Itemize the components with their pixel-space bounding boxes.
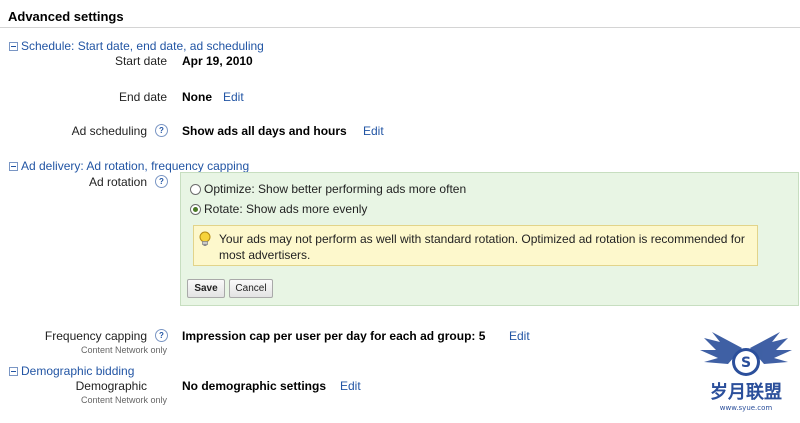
rotation-warning-text: Your ads may not perform as well with st…: [219, 232, 745, 262]
frequency-capping-edit-link[interactable]: Edit: [509, 329, 530, 343]
ad-delivery-section-title[interactable]: Ad delivery: Ad rotation, frequency capp…: [21, 159, 249, 173]
start-date-label: Start date: [114, 54, 167, 68]
frequency-capping-help-icon[interactable]: ?: [155, 329, 168, 342]
collapse-icon[interactable]: [9, 41, 18, 51]
page-title: Advanced settings: [8, 9, 124, 24]
save-button[interactable]: Save: [187, 279, 225, 298]
ad-scheduling-value: Show ads all days and hours: [182, 124, 347, 138]
demographic-section-title[interactable]: Demographic bidding: [21, 364, 134, 378]
radio-button-selected[interactable]: [190, 203, 201, 215]
collapse-icon[interactable]: [9, 161, 18, 171]
collapse-icon[interactable]: [9, 366, 18, 376]
ad-delivery-section-header[interactable]: Ad delivery: Ad rotation, frequency capp…: [9, 159, 249, 173]
ad-rotation-label: Ad rotation: [88, 175, 147, 189]
radio-label-rotate[interactable]: Rotate: Show ads more evenly: [204, 202, 367, 216]
ad-rotation-help-icon[interactable]: ?: [155, 175, 168, 188]
schedule-section-title[interactable]: Schedule: Start date, end date, ad sched…: [21, 39, 264, 53]
demographic-value: No demographic settings: [182, 379, 327, 393]
end-date-value: None: [182, 90, 212, 104]
ad-scheduling-label: Ad scheduling: [71, 124, 147, 138]
frequency-capping-sublabel: Content Network only: [80, 345, 167, 355]
lightbulb-icon: [198, 231, 212, 250]
radio-button[interactable]: [190, 183, 201, 195]
radio-label-optimize[interactable]: Optimize: Show better performing ads mor…: [204, 182, 466, 196]
demographic-section-header[interactable]: Demographic bidding: [9, 364, 134, 378]
demographic-sublabel: Content Network only: [80, 395, 167, 405]
cancel-button[interactable]: Cancel: [229, 279, 273, 298]
end-date-label: End date: [118, 90, 167, 104]
ad-scheduling-help-icon[interactable]: ?: [155, 124, 168, 137]
watermark-logo: S 岁月联盟 www.syue.com: [694, 320, 798, 423]
demographic-label: Demographic: [75, 379, 147, 393]
frequency-capping-value: Impression cap per user per day for each…: [182, 329, 486, 343]
radio-option-optimize[interactable]: Optimize: Show better performing ads mor…: [190, 182, 466, 196]
demographic-edit-link[interactable]: Edit: [340, 379, 361, 393]
end-date-edit-link[interactable]: Edit: [223, 90, 244, 104]
watermark-brand-text: 岁月联盟: [710, 381, 782, 403]
start-date-value: Apr 19, 2010: [182, 54, 253, 68]
watermark-badge-letter: S: [741, 355, 751, 371]
radio-option-rotate[interactable]: Rotate: Show ads more evenly: [190, 202, 367, 216]
schedule-section-header[interactable]: Schedule: Start date, end date, ad sched…: [9, 39, 264, 53]
ad-scheduling-edit-link[interactable]: Edit: [363, 124, 384, 138]
frequency-capping-label: Frequency capping: [44, 329, 147, 343]
title-divider: [0, 27, 800, 28]
watermark-url-text: www.syue.com: [720, 404, 773, 412]
